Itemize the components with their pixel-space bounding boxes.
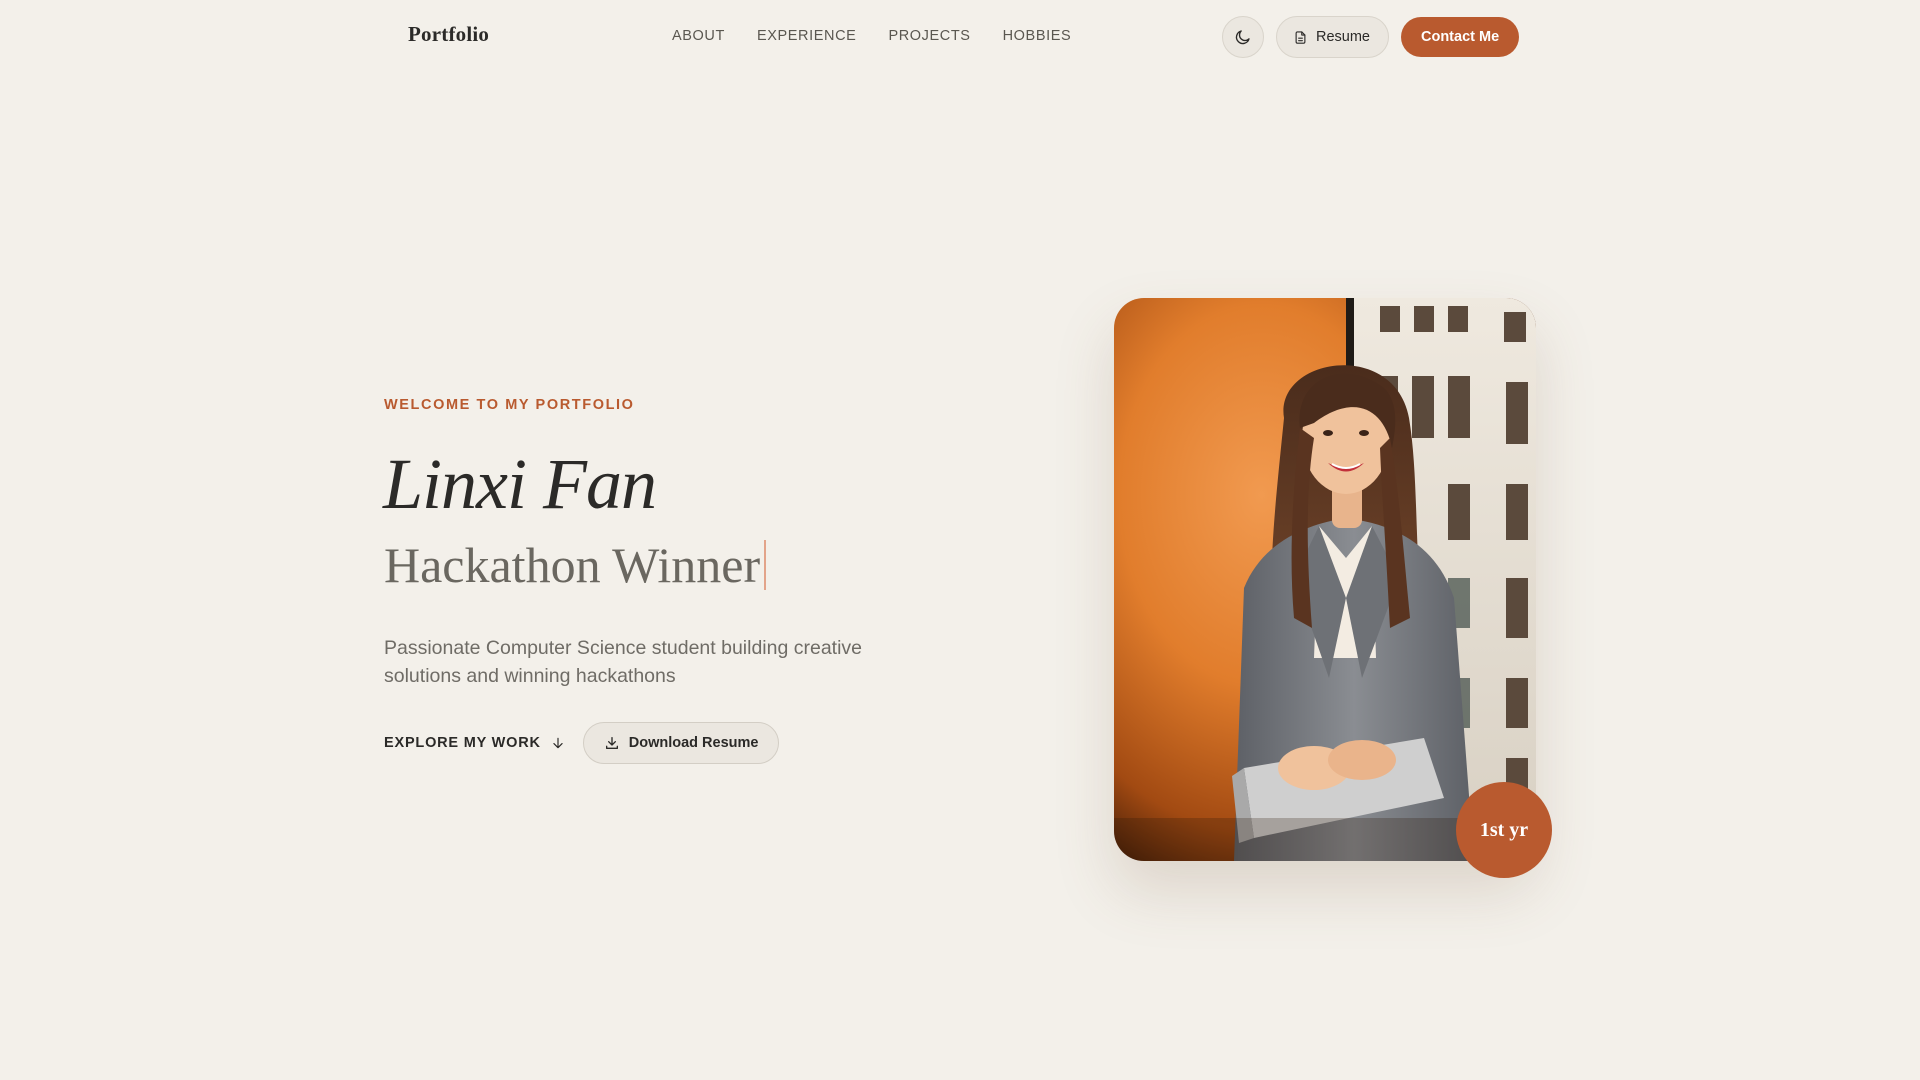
download-resume-label: Download Resume	[628, 735, 759, 751]
typing-cursor	[764, 540, 767, 590]
moon-icon	[1235, 30, 1250, 45]
hero-actions: EXPLORE MY WORK Download Resume	[384, 722, 780, 764]
nav-link-experience[interactable]: EXPERIENCE	[757, 28, 856, 44]
portrait-illustration	[1114, 298, 1536, 861]
resume-button-label: Resume	[1316, 29, 1370, 45]
contact-me-button[interactable]: Contact Me	[1401, 17, 1520, 57]
arrow-down-icon	[553, 737, 563, 749]
download-icon	[605, 737, 618, 749]
hero-tagline: Passionate Computer Science student buil…	[384, 637, 863, 687]
theme-toggle-button[interactable]	[1222, 16, 1264, 58]
explore-label: EXPLORE MY WORK	[384, 735, 541, 751]
hero-name: Linxi Fan	[383, 444, 657, 524]
hero-role-text: Hackathon Winner	[384, 537, 761, 593]
nav-links: ABOUT EXPERIENCE PROJECTS HOBBIES	[672, 28, 1103, 44]
nav-link-about[interactable]: ABOUT	[672, 28, 725, 44]
hero-eyebrow: WELCOME TO MY PORTFOLIO	[384, 397, 635, 413]
site-logo[interactable]: Portfolio	[408, 22, 489, 47]
top-navigation: Portfolio ABOUT EXPERIENCE PROJECTS HOBB…	[0, 0, 1920, 74]
download-resume-button[interactable]: Download Resume	[582, 722, 780, 764]
hero-role-typing: Hackathon Winner	[384, 537, 767, 593]
nav-link-projects[interactable]: PROJECTS	[888, 28, 970, 44]
document-icon	[1295, 30, 1306, 44]
year-badge: 1st yr	[1456, 782, 1552, 878]
nav-actions: Resume Contact Me	[1222, 16, 1520, 58]
profile-photo	[1114, 298, 1536, 861]
nav-link-hobbies[interactable]: HOBBIES	[1003, 28, 1072, 44]
explore-my-work-link[interactable]: EXPLORE MY WORK	[384, 735, 565, 751]
resume-button[interactable]: Resume	[1276, 16, 1389, 58]
